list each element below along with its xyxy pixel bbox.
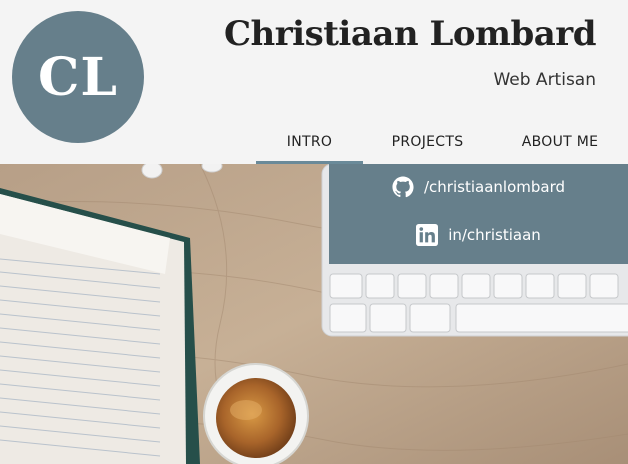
site-title: Christiaan Lombard	[223, 14, 597, 54]
github-link-label: /christiaanlombard	[424, 178, 565, 196]
nav-item-about-me[interactable]: ABOUT ME	[513, 130, 607, 164]
nav-item-intro[interactable]: INTRO	[256, 130, 363, 164]
site-header: CL Christiaan Lombard Web Artisan INTRO …	[0, 0, 628, 164]
github-icon	[392, 176, 414, 198]
logo-avatar[interactable]: CL	[12, 11, 144, 143]
main-nav: INTRO PROJECTS ABOUT ME	[0, 130, 628, 164]
linkedin-link[interactable]: in/christiaan	[329, 224, 628, 246]
social-links-panel: /christiaanlombard in/christiaan	[329, 164, 628, 264]
site-tagline: Web Artisan	[493, 70, 596, 90]
linkedin-icon	[416, 224, 439, 246]
nav-item-projects[interactable]: PROJECTS	[380, 130, 475, 164]
github-link[interactable]: /christiaanlombard	[329, 176, 628, 198]
linkedin-link-label: in/christiaan	[448, 226, 541, 244]
